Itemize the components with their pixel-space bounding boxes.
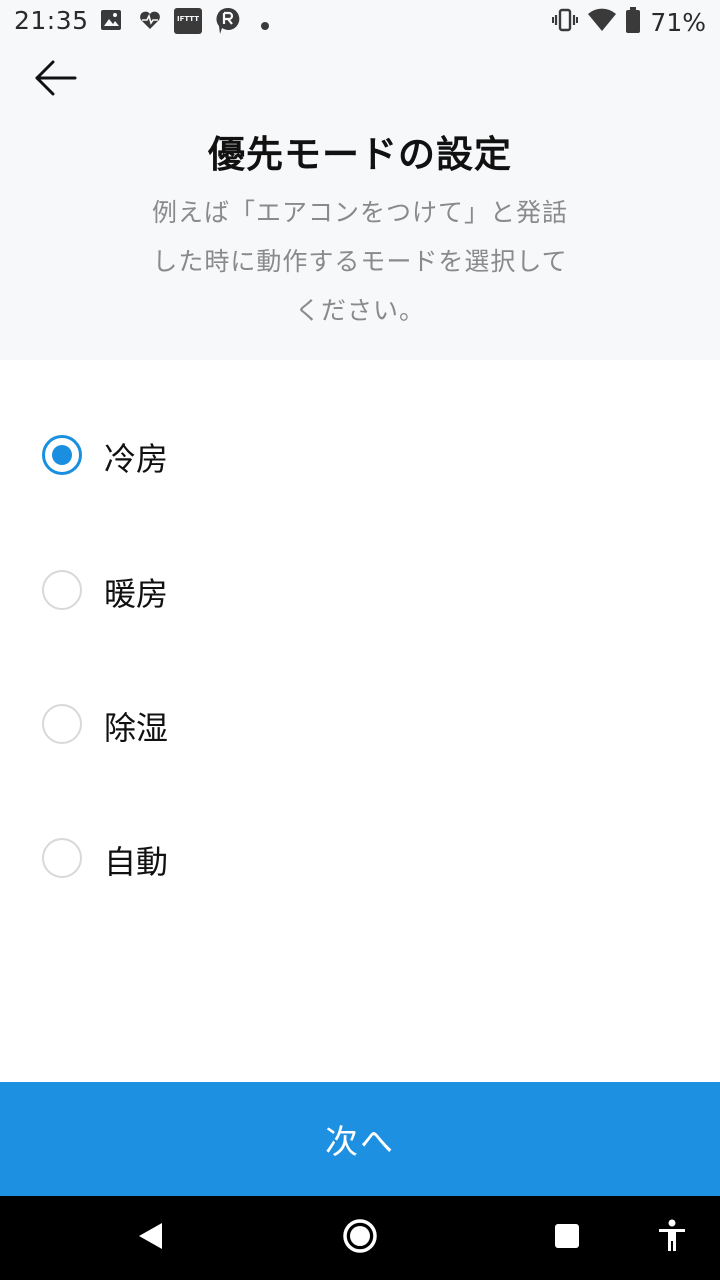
option-auto[interactable]: 自動: [0, 793, 720, 927]
heart-pulse-icon: [138, 9, 162, 33]
option-label: 除湿: [104, 709, 169, 747]
back-button[interactable]: [30, 58, 82, 102]
page-title: 優先モードの設定: [208, 133, 512, 176]
radio-button-checked[interactable]: [42, 435, 82, 475]
option-label: 自動: [104, 843, 169, 881]
nav-back-button[interactable]: [128, 1216, 172, 1260]
radio-button[interactable]: [42, 838, 82, 878]
radio-button[interactable]: [42, 704, 82, 744]
option-label: 冷房: [104, 440, 169, 478]
radio-button[interactable]: [42, 570, 82, 610]
page-description: 例えば「エアコンをつけて」と発話した時に動作するモードを選択してください。: [151, 198, 568, 325]
vibrate-icon: [552, 8, 579, 36]
nav-home-button[interactable]: [338, 1216, 382, 1260]
status-right-group: 71%: [552, 7, 706, 37]
option-heating[interactable]: 暖房: [0, 525, 720, 659]
nav-accessibility-button[interactable]: [650, 1216, 694, 1260]
ifttt-label: IFTTT: [176, 15, 200, 23]
battery-icon: [626, 7, 641, 37]
wifi-icon: [588, 8, 617, 36]
status-bar: 21:35 IFTTT 71%: [0, 0, 720, 42]
home-circle-icon: [342, 1218, 378, 1258]
image-icon: [100, 9, 122, 33]
ifttt-icon: IFTTT: [174, 8, 202, 34]
status-time: 21:35: [14, 6, 89, 35]
battery-percent: 71%: [650, 7, 706, 37]
option-dehumidify[interactable]: 除湿: [0, 659, 720, 793]
accessibility-icon: [657, 1219, 687, 1257]
arrow-left-icon: [34, 60, 78, 100]
nav-recents-button[interactable]: [545, 1216, 589, 1260]
next-button[interactable]: 次へ: [0, 1082, 720, 1196]
option-cooling[interactable]: 冷房: [0, 390, 720, 524]
back-triangle-icon: [136, 1221, 164, 1255]
navigation-bar: [0, 1196, 720, 1280]
dot-icon: [260, 16, 270, 40]
header: 優先モードの設定 例えば「エアコンをつけて」と発話した時に動作するモードを選択し…: [0, 42, 720, 360]
r-chat-icon: [216, 7, 240, 34]
option-label: 暖房: [104, 575, 169, 613]
next-button-label: 次へ: [325, 1122, 395, 1161]
recents-square-icon: [553, 1222, 581, 1254]
